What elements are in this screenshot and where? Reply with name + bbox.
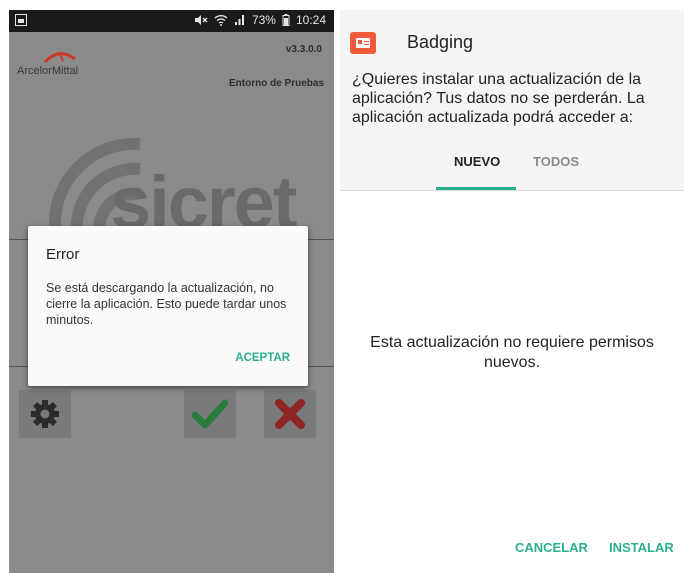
accept-button[interactable]: ACEPTAR xyxy=(235,352,290,364)
gallery-notification-icon xyxy=(15,14,27,26)
left-phone-screen: 73% 10:24 ArcelorMittal v3.3.0.0 Entorno… xyxy=(9,10,334,573)
brand-name: ArcelorMittal xyxy=(17,65,79,77)
dialog-title: Error xyxy=(46,246,80,263)
battery-icon xyxy=(282,14,290,26)
install-question: ¿Quieres instalar una actualización de l… xyxy=(352,71,645,126)
arcelormittal-logo-icon xyxy=(43,51,76,63)
signal-icon xyxy=(234,15,244,25)
app-version: v3.3.0.0 xyxy=(285,44,322,55)
cancel-button[interactable] xyxy=(264,390,316,438)
tab-nuevo[interactable]: NUEVO xyxy=(454,154,500,169)
wifi-icon xyxy=(214,15,228,26)
badging-app-icon xyxy=(350,32,376,54)
app-name: Badging xyxy=(407,32,474,52)
dialog-message: Se está descargando la actualización, no… xyxy=(46,281,287,327)
settings-button[interactable] xyxy=(19,390,71,438)
environment-label: Entorno de Pruebas xyxy=(228,78,324,89)
error-dialog: Error Se está descargando la actualizaci… xyxy=(28,226,308,386)
tab-todos[interactable]: TODOS xyxy=(533,154,579,169)
sicret-app: ArcelorMittal v3.3.0.0 Entorno de Prueba… xyxy=(9,32,334,573)
install-update-screen: Badging ¿Quieres instalar una actualizac… xyxy=(340,10,684,573)
check-icon xyxy=(192,399,228,429)
clock: 10:24 xyxy=(295,13,326,27)
install-header: Badging ¿Quieres instalar una actualizac… xyxy=(340,10,684,190)
status-icons: 73% 10:24 xyxy=(194,13,326,27)
battery-percent: 73% xyxy=(251,13,276,27)
status-bar: 73% 10:24 xyxy=(9,10,334,32)
permission-tabs: NUEVO TODOS xyxy=(340,154,684,190)
cancelar-button[interactable]: CANCELAR xyxy=(515,540,588,555)
cross-icon xyxy=(275,399,305,429)
instalar-button[interactable]: INSTALAR xyxy=(609,540,674,555)
divider xyxy=(340,190,684,191)
gear-icon xyxy=(31,400,59,428)
mute-icon xyxy=(194,15,208,25)
confirm-button[interactable] xyxy=(184,390,236,438)
no-permissions-message: Esta actualización no requiere permisos … xyxy=(370,334,654,371)
